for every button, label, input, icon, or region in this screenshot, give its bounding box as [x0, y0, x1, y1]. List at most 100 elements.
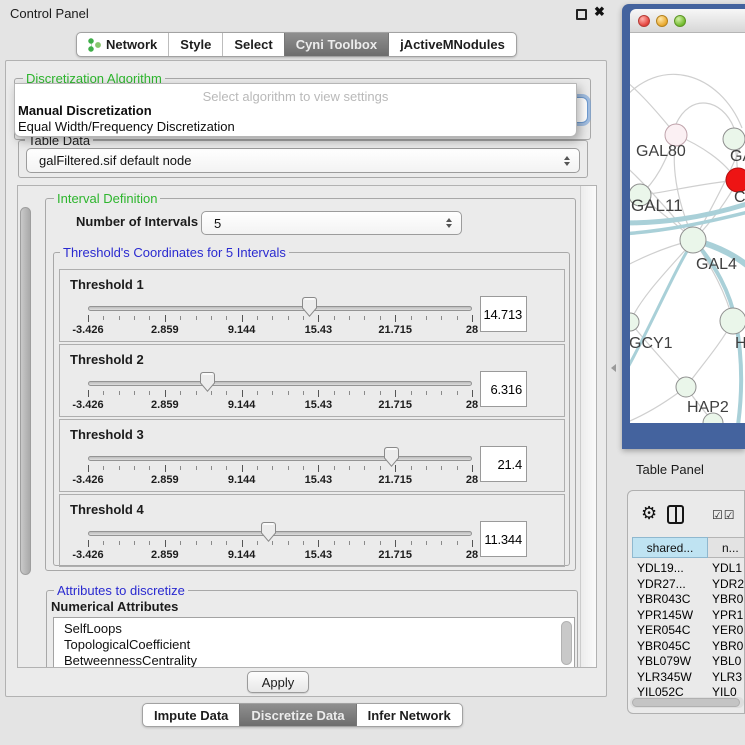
- threshold-value-field[interactable]: 21.4: [480, 446, 527, 482]
- table-row[interactable]: YBR043CYBR0: [632, 592, 745, 607]
- network-node[interactable]: [720, 308, 745, 334]
- network-canvas[interactable]: GAL80GACGAL11GAL4GCY1HHAP2: [630, 33, 745, 423]
- cell-name: YBR0: [708, 639, 745, 654]
- cell-name: YER0: [708, 623, 745, 638]
- column-header-shared[interactable]: shared...: [632, 537, 708, 558]
- table-row[interactable]: YBL079WYBL0: [632, 654, 745, 669]
- num-intervals-combobox[interactable]: 5: [201, 211, 462, 235]
- table-row[interactable]: YER054CYER0: [632, 623, 745, 638]
- node-label: GAL80: [636, 143, 686, 160]
- cell-shared-name: YDL19...: [632, 561, 708, 576]
- slider-thumb[interactable]: [261, 522, 276, 542]
- slider-track[interactable]: [88, 306, 472, 311]
- gear-icon[interactable]: [641, 504, 657, 522]
- dropdown-option-manual-discretization[interactable]: Manual Discretization: [18, 103, 152, 118]
- cell-name: YDR2: [708, 577, 745, 592]
- threshold-value-field[interactable]: 11.344: [480, 521, 527, 557]
- slider-tick-labels: -3.4262.8599.14415.4321.71528: [88, 474, 472, 486]
- interval-definition-group: Interval Definition Number of Intervals …: [45, 198, 576, 571]
- table-panel: shared... n... YDL19...YDL1YDR27...YDR2Y…: [627, 490, 745, 714]
- desktop: Control Panel NetworkStyleSelectCyni Too…: [0, 0, 745, 745]
- table-row[interactable]: YLR345WYLR3: [632, 670, 745, 685]
- scrollbar-track[interactable]: [580, 186, 596, 667]
- combo-stepper-icon: [564, 156, 570, 166]
- numerical-attributes-label: Numerical Attributes: [51, 599, 178, 614]
- slider-thumb[interactable]: [200, 372, 215, 392]
- table-panel-title: Table Panel: [636, 462, 704, 477]
- tab-jactivemnodules[interactable]: jActiveMNodules: [388, 33, 516, 56]
- network-node[interactable]: [630, 313, 639, 331]
- column-header-name[interactable]: n...: [708, 537, 745, 558]
- cell-shared-name: YLR345W: [632, 670, 708, 685]
- network-node[interactable]: [723, 128, 745, 150]
- combo-stepper-icon: [446, 218, 452, 228]
- cell-name: YBR0: [708, 592, 745, 607]
- table-row[interactable]: YPR145WYPR1: [632, 608, 745, 623]
- table-row[interactable]: YBR045CYBR0: [632, 639, 745, 654]
- list-scrollbar[interactable]: [561, 621, 572, 665]
- thresholds-group: Threshold's Coordinates for 5 Intervals …: [53, 252, 570, 566]
- float-icon[interactable]: [576, 9, 587, 20]
- node-label: GAL11: [631, 196, 683, 215]
- cell-shared-name: YER054C: [632, 623, 708, 638]
- threshold-label: Threshold 4: [70, 502, 144, 517]
- top-tab-bar: Network StyleSelect Cyni Toolbox jActiveMNo…: [76, 32, 517, 57]
- column-split-icon[interactable]: [667, 505, 684, 524]
- list-item[interactable]: TopologicalCoefficient: [54, 637, 574, 653]
- tab-discretize-data[interactable]: Discretize Data: [239, 704, 355, 726]
- slider-ticks: [88, 315, 472, 323]
- slider-tick-labels: -3.4262.8599.14415.4321.71528: [88, 324, 472, 336]
- threshold-3-box: Threshold 3 -3.4262.8599.14415.4321.71528…: [59, 419, 565, 492]
- tab-label: Network: [106, 37, 157, 52]
- node-label: GCY1: [630, 335, 673, 352]
- tab-label: Cyni Toolbox: [296, 37, 377, 52]
- algorithm-dropdown-popup: Select algorithm to view settings Manual…: [14, 83, 577, 137]
- algorithm-placeholder: Select algorithm to view settings: [15, 89, 576, 104]
- network-node[interactable]: [676, 377, 696, 397]
- splitter-collapse-icon[interactable]: [611, 364, 616, 372]
- threshold-label: Threshold 3: [70, 427, 144, 442]
- tab-label: Discretize Data: [251, 708, 344, 723]
- numerical-attributes-list[interactable]: SelfLoopsTopologicalCoefficientBetweenne…: [53, 617, 575, 668]
- scrollbar-thumb[interactable]: [20, 207, 31, 575]
- close-icon[interactable]: [594, 4, 605, 20]
- table-row[interactable]: YDL19...YDL1: [632, 561, 745, 576]
- dropdown-option-equal-width-frequency[interactable]: Equal Width/Frequency Discretization: [18, 119, 235, 134]
- tab-cyni-toolbox[interactable]: Cyni Toolbox: [284, 33, 388, 56]
- slider-track[interactable]: [88, 381, 472, 386]
- table-data-combobox[interactable]: galFiltered.sif default node: [26, 148, 580, 173]
- tab-select[interactable]: Select: [222, 33, 283, 56]
- node-label: H: [735, 335, 745, 352]
- slider-track[interactable]: [88, 531, 472, 536]
- network-node[interactable]: [680, 227, 706, 253]
- slider-thumb[interactable]: [384, 447, 399, 467]
- slider-track[interactable]: [88, 456, 472, 461]
- group-label: Interval Definition: [54, 191, 160, 206]
- list-item[interactable]: BetweennessCentrality: [54, 653, 574, 668]
- tab-label: Infer Network: [368, 708, 451, 723]
- cell-shared-name: YDR27...: [632, 577, 708, 592]
- cell-shared-name: YBL079W: [632, 654, 708, 669]
- tab-style[interactable]: Style: [168, 33, 222, 56]
- threshold-value-field[interactable]: 6.316: [480, 371, 527, 407]
- apply-button[interactable]: Apply: [247, 671, 309, 693]
- cell-shared-name: YBR045C: [632, 639, 708, 654]
- network-window-titlebar[interactable]: [630, 9, 745, 33]
- threshold-value-field[interactable]: 14.713: [480, 296, 527, 332]
- select-all-checkboxes-icon[interactable]: [712, 508, 736, 522]
- slider-thumb[interactable]: [302, 297, 317, 317]
- horizontal-scrollbar[interactable]: [630, 697, 744, 708]
- list-item[interactable]: SelfLoops: [54, 621, 574, 637]
- tab-network[interactable]: Network: [77, 33, 168, 56]
- network-graph[interactable]: GAL80GACGAL11GAL4GCY1HHAP2: [630, 33, 745, 423]
- close-traffic-light-icon[interactable]: [638, 15, 650, 27]
- zoom-traffic-light-icon[interactable]: [674, 15, 686, 27]
- attributes-group: Attributes to discretize Numerical Attri…: [46, 590, 578, 668]
- node-label: GA: [730, 148, 745, 165]
- tab-infer-network[interactable]: Infer Network: [356, 704, 462, 726]
- num-intervals-label: Number of Intervals: [76, 214, 198, 229]
- table-row[interactable]: YDR27...YDR2: [632, 577, 745, 592]
- tab-impute-data[interactable]: Impute Data: [143, 704, 239, 726]
- minimize-traffic-light-icon[interactable]: [656, 15, 668, 27]
- bottom-tab-bar: Impute Data Discretize Data Infer Network: [142, 703, 463, 727]
